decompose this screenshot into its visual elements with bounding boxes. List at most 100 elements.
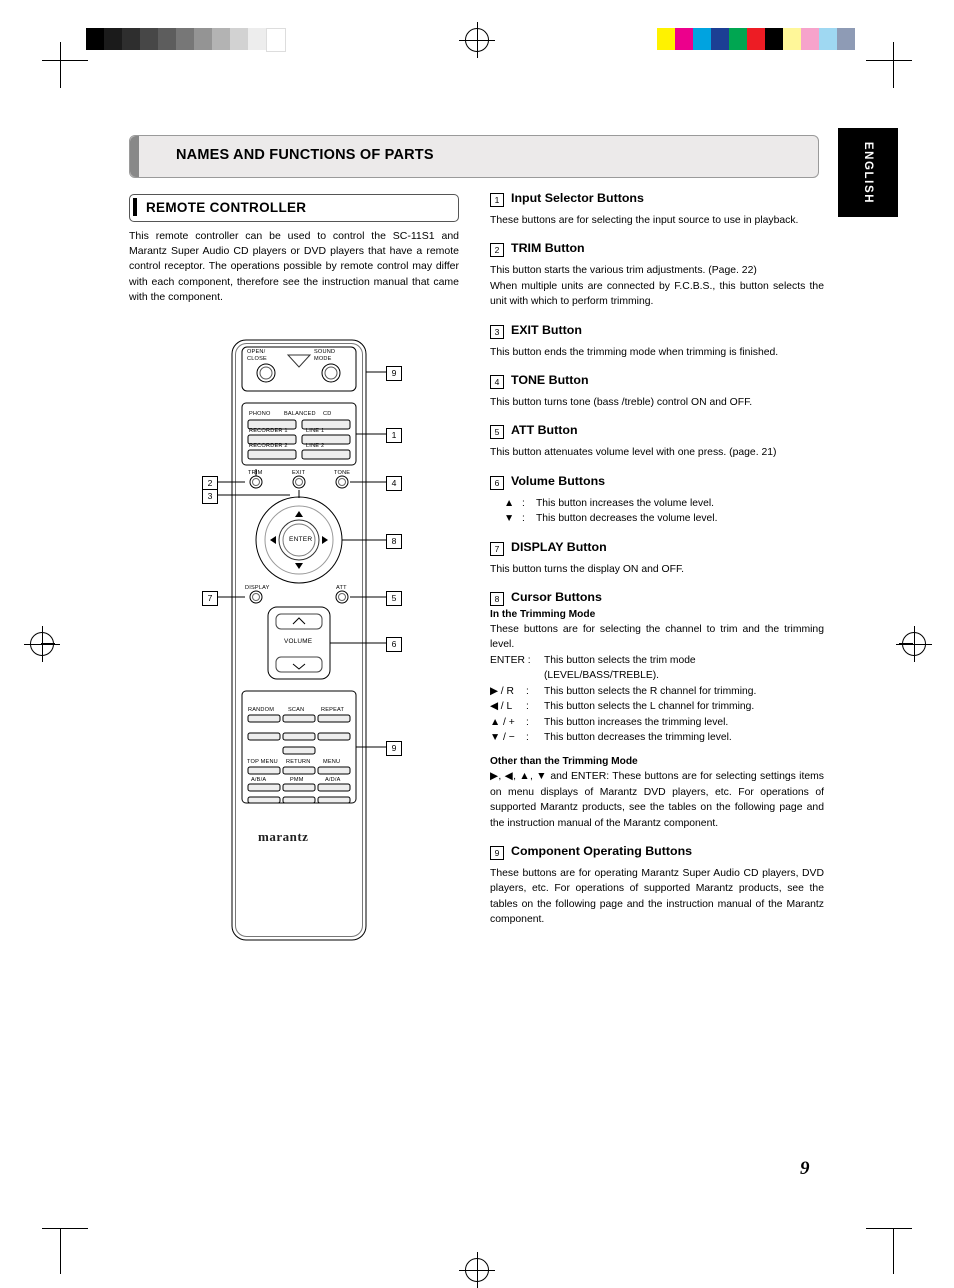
remote-label-tone: TONE — [334, 470, 351, 476]
remote-label-menu: MENU — [323, 759, 341, 765]
callout-6: 6 — [386, 637, 402, 652]
volume-up-line: ▲ : This button increases the volume lev… — [504, 496, 824, 511]
remote-label-random: RANDOM — [248, 707, 275, 713]
volume-down-sep: : — [522, 513, 525, 525]
intro-paragraph: This remote controller can be used to co… — [129, 230, 459, 303]
remote-label-cd: CD — [323, 411, 332, 417]
item-att-button: 5 ATT Button This button attenuates volu… — [490, 423, 824, 460]
item-number: 5 — [490, 425, 504, 440]
cursor-sep: : — [526, 716, 529, 728]
callout-4: 4 — [386, 476, 402, 491]
remote-label-att: ATT — [336, 585, 347, 591]
language-tab: ENGLISH — [838, 128, 898, 217]
remote-label-scan: SCAN — [288, 707, 305, 713]
language-tab-label: ENGLISH — [862, 141, 874, 204]
cursor-text: This button decreases the trimming level… — [544, 731, 732, 743]
item-tone-button: 4 TONE Button This button turns tone (ba… — [490, 373, 824, 410]
cursor-key: ◀ / L — [490, 701, 513, 713]
item-title: Cursor Buttons — [511, 590, 602, 605]
crop-mark-tl-h — [42, 60, 88, 61]
callout-7: 7 — [202, 591, 218, 606]
remote-brand-logo: marantz — [258, 829, 309, 844]
remote-label-aba: A/B/A — [251, 777, 267, 783]
panel-title-label: REMOTE CONTROLLER — [146, 200, 307, 215]
page-root: ENGLISH NAMES AND FUNCTIONS OF PARTS REM… — [0, 0, 954, 1288]
remote-label-balanced: BALANCED — [284, 411, 316, 417]
remote-svg — [216, 339, 386, 941]
cursor-line-right: ▶ / R : This button selects the R channe… — [490, 684, 824, 699]
crop-mark-tl-v — [60, 42, 61, 88]
crop-mark-bl-h — [42, 1228, 88, 1229]
descriptions-column: 1 Input Selector Buttons These buttons a… — [490, 191, 824, 941]
crop-mark-br-h — [866, 1228, 912, 1229]
cursor-line-up: ▲ / + : This button increases the trimmi… — [490, 715, 824, 730]
cursor-text: This button selects the L channel for tr… — [544, 701, 755, 713]
item-body: This button starts the various trim adju… — [490, 265, 757, 277]
volume-down-symbol: ▼ — [504, 513, 515, 525]
hairline-left — [41, 643, 55, 644]
item-input-selector-buttons: 1 Input Selector Buttons These buttons a… — [490, 191, 824, 228]
item-body: These buttons are for selecting the chan… — [490, 624, 824, 651]
hairline-right — [899, 643, 913, 644]
remote-label-trim: TRIM — [248, 470, 263, 476]
cursor-key — [490, 668, 544, 683]
item-title: Volume Buttons — [511, 473, 606, 488]
remote-label-top-menu: TOP MENU — [247, 759, 278, 765]
remote-label-enter: ENTER — [289, 536, 313, 543]
remote-label-pmm: PMM — [290, 777, 304, 783]
item-number: 9 — [490, 845, 504, 860]
item-body-2: When multiple units are connected by F.C… — [490, 280, 824, 308]
cursor-key: ENTER : — [490, 654, 531, 666]
callout-9-bottom: 9 — [386, 741, 402, 756]
item-body: This button attenuates volume level with… — [490, 447, 777, 459]
cursor-line-down: ▼ / − : This button decreases the trimmi… — [490, 730, 824, 745]
remote-label-display: DISPLAY — [245, 585, 270, 591]
page-number: 9 — [800, 1158, 810, 1179]
cursor-line-enter-2: (LEVEL/BASS/TREBLE). — [490, 668, 824, 683]
item-cursor-buttons: 8 Cursor Buttons In the Trimming Mode Th… — [490, 590, 824, 831]
cursor-key: ▲ / + — [490, 716, 515, 728]
crop-mark-bl-v — [60, 1228, 61, 1274]
remote-illustration: OPEN/CLOSE SOUND MODE PHONO BALANCED CD R… — [190, 335, 460, 950]
cursor-text: This button selects the R channel for tr… — [544, 685, 757, 697]
callout-3: 3 — [202, 489, 218, 504]
item-trim-button: 2 TRIM Button This button starts the var… — [490, 241, 824, 309]
item-title: DISPLAY Button — [511, 539, 607, 554]
item-title: Component Operating Buttons — [511, 843, 693, 858]
section-header-accent — [130, 136, 139, 177]
callout-1: 1 — [386, 428, 402, 443]
item-number: 6 — [490, 475, 504, 490]
cursor-sep: : — [526, 701, 529, 713]
crop-mark-tr-h — [866, 60, 912, 61]
cursor-key: ▶ / R — [490, 685, 514, 697]
item-title: EXIT Button — [511, 322, 582, 337]
item-exit-button: 3 EXIT Button This button ends the trimm… — [490, 323, 824, 360]
item-display-button: 7 DISPLAY Button This button turns the d… — [490, 540, 824, 577]
remote-label-recorder2: RECORDER 2 — [249, 443, 288, 449]
remote-label-repeat: REPEAT — [321, 707, 345, 713]
item-number: 2 — [490, 243, 504, 258]
item-body: These buttons are for operating Marantz … — [490, 867, 824, 926]
item-volume-buttons: 6 Volume Buttons ▲ : This button increas… — [490, 474, 824, 527]
callout-8: 8 — [386, 534, 402, 549]
subheading-other-than-trimming: Other than the Trimming Mode — [490, 756, 638, 768]
color-swatch-bar — [657, 28, 855, 50]
registration-mark-top — [459, 22, 495, 58]
cursor-text: (LEVEL/BASS/TREBLE). — [544, 670, 660, 682]
callout-9-top: 9 — [386, 366, 402, 381]
item-title: TONE Button — [511, 373, 589, 388]
crop-mark-br-v — [893, 1228, 894, 1274]
cursor-sep: : — [526, 685, 529, 697]
volume-down-line: ▼ : This button decreases the volume lev… — [504, 511, 824, 526]
panel-title-box: REMOTE CONTROLLER — [129, 194, 459, 222]
cursor-line-enter: ENTER : This button selects the trim mod… — [490, 653, 824, 668]
item-body-2: ▶, ◀, ▲, ▼ and ENTER: These buttons are … — [490, 771, 824, 829]
item-body: These buttons are for selecting the inpu… — [490, 215, 799, 226]
remote-label-line2: LINE 2 — [306, 443, 325, 449]
item-number: 1 — [490, 193, 504, 207]
subheading-trimming-mode: In the Trimming Mode — [490, 609, 596, 621]
volume-down-text: This button decreases the volume level. — [536, 513, 718, 525]
item-body: This button turns tone (bass /treble) co… — [490, 397, 753, 409]
item-component-operating-buttons: 9 Component Operating Buttons These butt… — [490, 844, 824, 928]
item-title: TRIM Button — [511, 241, 585, 256]
